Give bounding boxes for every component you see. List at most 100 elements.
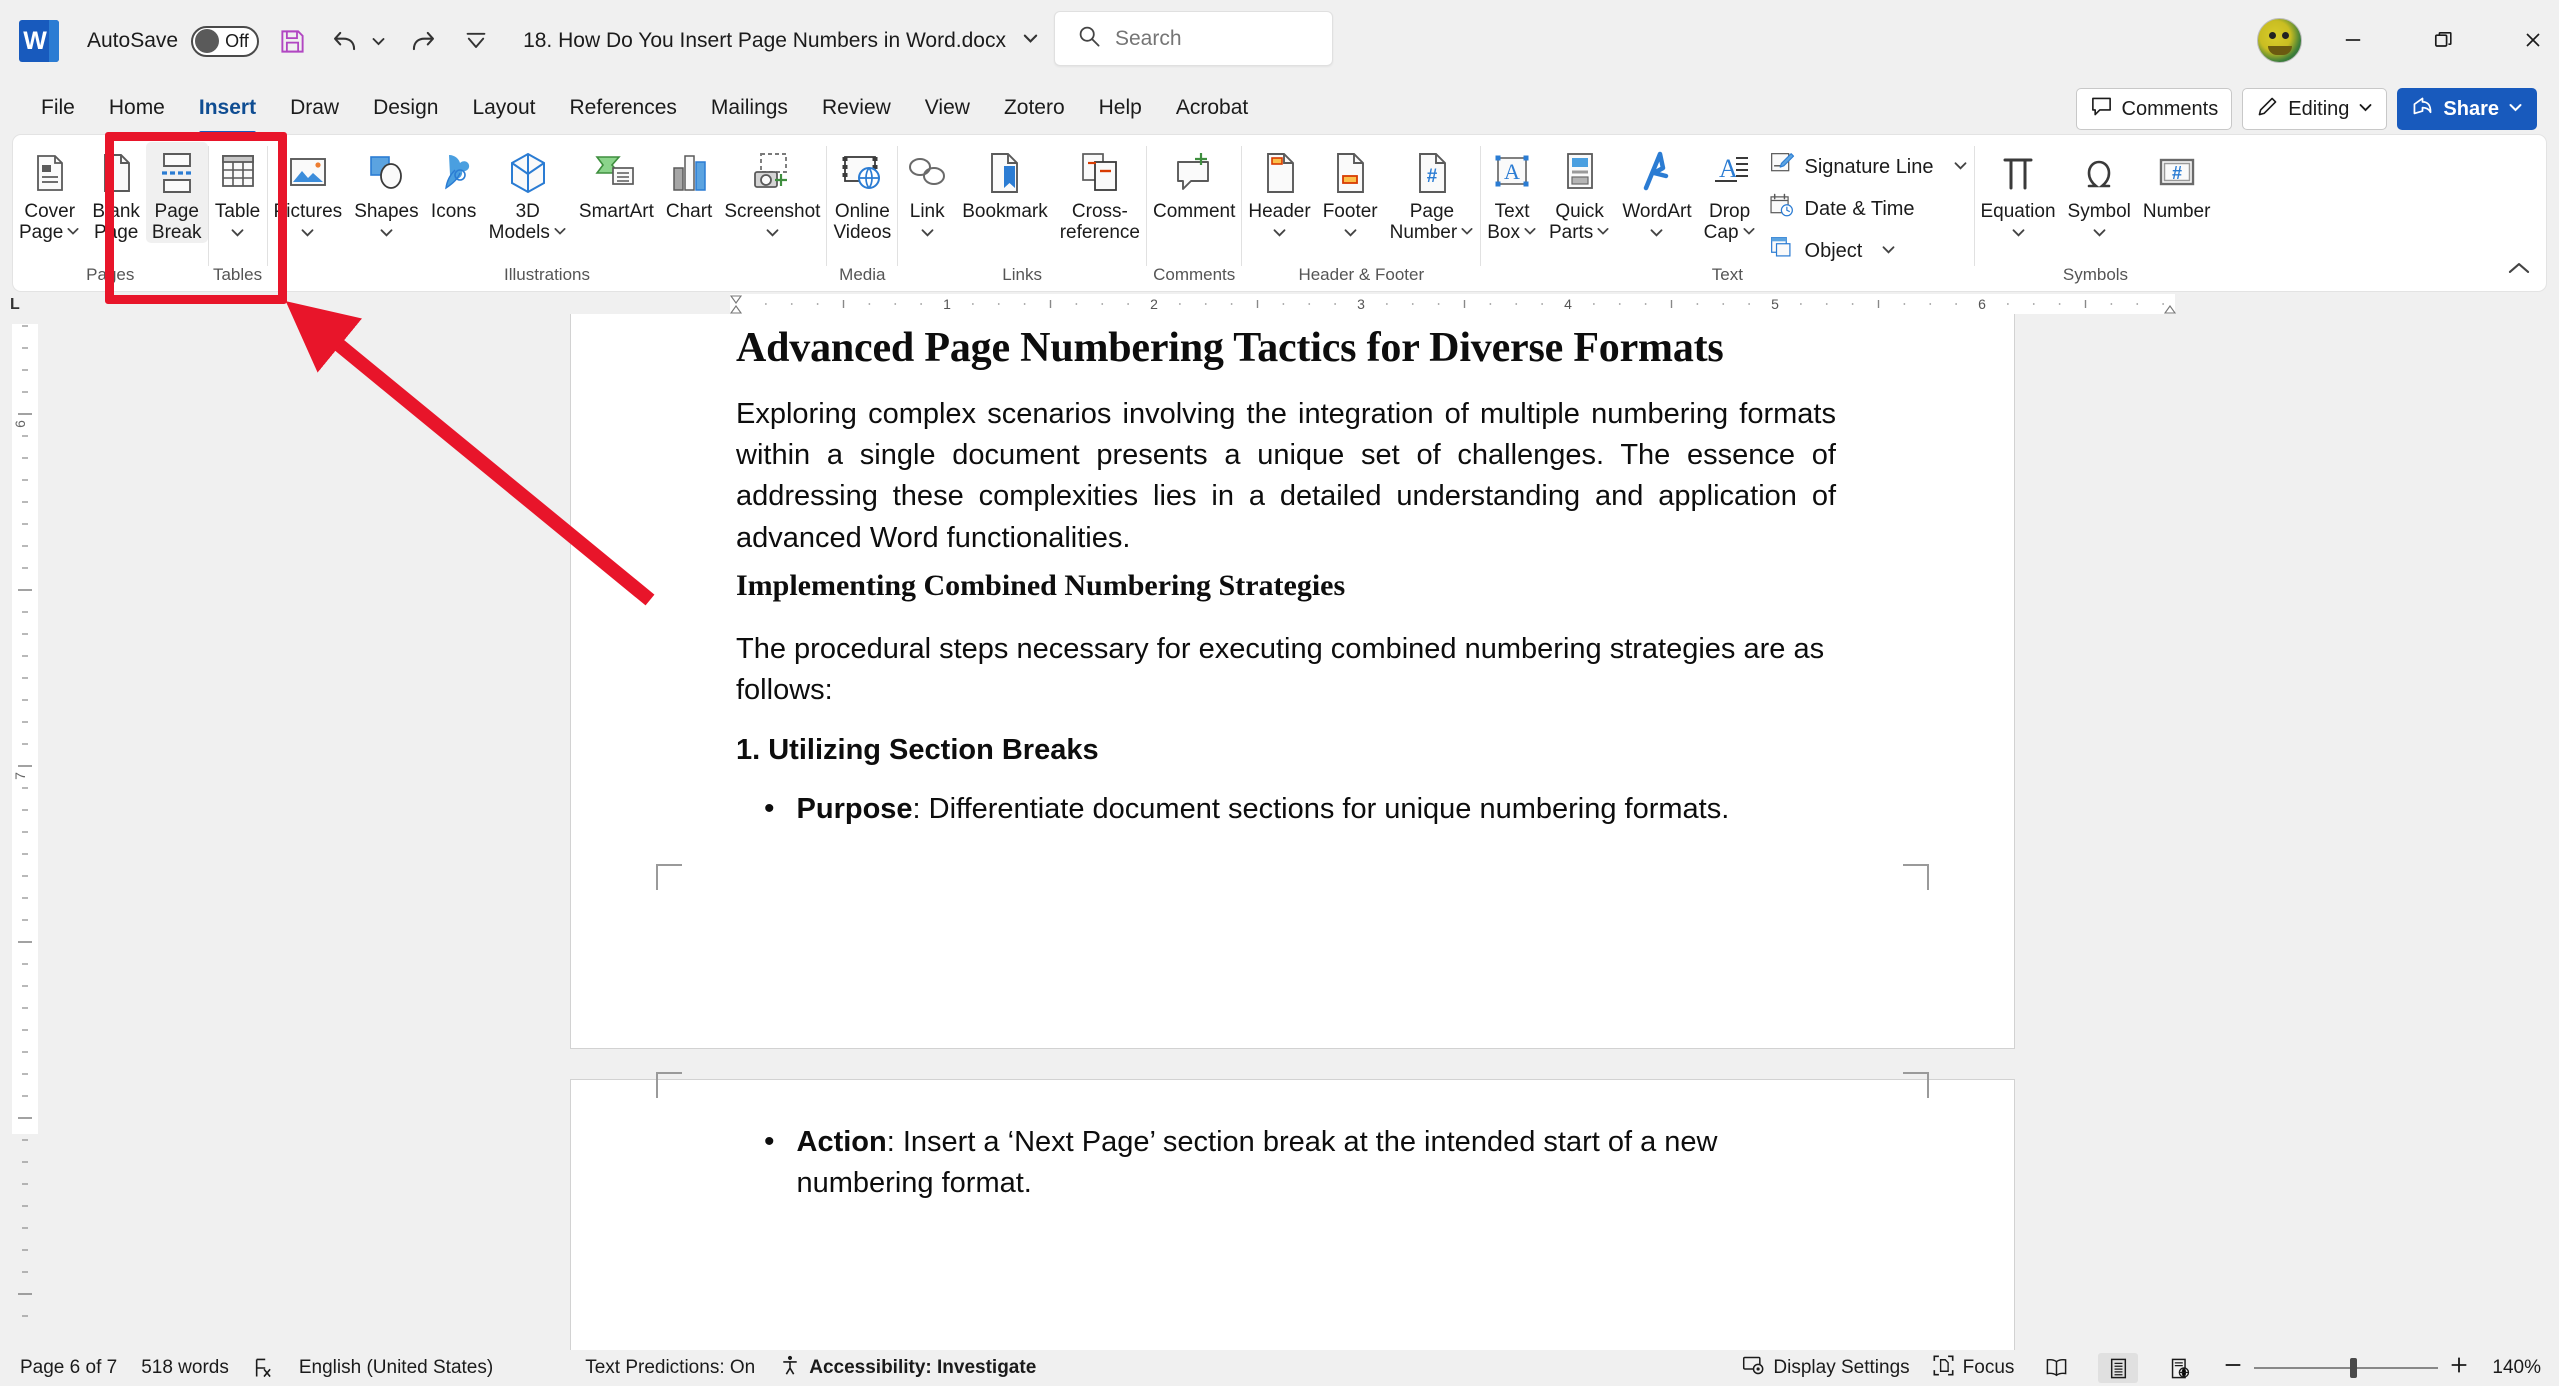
save-icon[interactable] [271,20,313,62]
document-page-2[interactable]: • Action: Insert a ‘Next Page’ section b… [570,1072,2015,1350]
tab-draw[interactable]: Draw [273,90,356,126]
zoom-out-icon[interactable] [2222,1354,2244,1382]
redo-icon[interactable] [401,20,443,62]
chart-button[interactable]: Chart [660,142,718,223]
web-layout-icon[interactable] [2160,1353,2200,1383]
tab-help[interactable]: Help [1082,90,1159,126]
table-button[interactable]: Table [209,142,267,243]
blank-page-button[interactable]: Blank Page [86,142,146,243]
minimize-button[interactable] [2325,14,2380,66]
footer-button[interactable]: Footer [1317,142,1384,243]
bookmark-button[interactable]: Bookmark [956,142,1054,223]
shapes-button[interactable]: Shapes [348,142,424,243]
share-button[interactable]: Share [2397,88,2537,130]
signature-line-chevron-down-icon[interactable] [1953,156,1968,179]
editing-chevron-down-icon[interactable] [2358,98,2373,121]
quick-parts-button[interactable]: Quick Parts [1543,142,1616,243]
ribbon: Cover Page Blank Page Page Break Pages Table Tab… [12,134,2547,292]
search-input[interactable] [1115,26,1315,51]
document-page-1[interactable]: appearance. Advanced Page Numbering Tact… [570,314,2015,1049]
close-button[interactable] [2505,14,2559,66]
tab-zotero[interactable]: Zotero [987,90,1082,126]
document-canvas[interactable]: appearance. Advanced Page Numbering Tact… [40,314,2559,1350]
symbol-button[interactable]: Symbol [2062,142,2137,243]
tab-view[interactable]: View [908,90,987,126]
ribbon-collapse-chevron-up-icon[interactable] [2506,258,2532,283]
icons-button[interactable]: Icons [425,142,483,223]
editing-mode-button[interactable]: Editing [2242,88,2388,130]
accessibility-label: Accessibility: Investigate [809,1357,1037,1378]
cover-page-button[interactable]: Cover Page [13,142,86,243]
object-chevron-down-icon[interactable] [1881,240,1896,263]
date-time-icon [1768,192,1796,226]
read-mode-icon[interactable] [2036,1353,2076,1383]
word-count[interactable]: 518 words [141,1357,229,1379]
bullet-1-text: : Differentiate document sections for un… [912,793,1730,825]
tab-stop-selector[interactable]: L [10,296,20,314]
equation-button[interactable]: Equation [1975,142,2062,243]
svg-text:A: A [1504,159,1520,184]
screenshot-button[interactable]: Screenshot [718,142,826,243]
page-break-button[interactable]: Page Break [145,142,208,244]
avatar[interactable] [2257,18,2302,63]
ribbon-group-comments: Comment Comments [1147,135,1241,291]
search-box[interactable] [1054,11,1333,66]
display-settings-button[interactable]: Display Settings [1742,1354,1910,1383]
tab-file[interactable]: File [24,90,92,126]
symbol-label: Symbol [2068,201,2131,243]
cross-reference-button[interactable]: Cross-reference [1054,142,1146,243]
tab-references[interactable]: References [553,90,694,126]
proofing-errors-icon[interactable] [253,1357,275,1379]
symbol-icon [2076,147,2122,199]
display-settings-icon [1742,1354,1765,1383]
tab-acrobat[interactable]: Acrobat [1159,90,1265,126]
customize-quick-access-icon[interactable] [455,20,497,62]
comment-button[interactable]: Comment [1147,142,1241,223]
zoom-in-icon[interactable] [2448,1354,2470,1382]
word-application-window: W AutoSave Off 18. How Do You Insert Pag… [0,0,2559,1386]
smartart-button[interactable]: SmartArt [573,142,660,223]
tab-home[interactable]: Home [92,90,182,126]
document-title[interactable]: 18. How Do You Insert Page Numbers in Wo… [523,29,1039,53]
3d-models-button[interactable]: 3D Models [483,142,573,243]
print-layout-icon[interactable] [2098,1353,2139,1383]
pictures-button[interactable]: Pictures [268,142,349,243]
vertical-ruler[interactable]: 67 [0,294,40,1350]
drop-cap-button[interactable]: A Drop Cap [1698,142,1762,243]
autosave-toggle[interactable]: Off [191,25,260,57]
link-button[interactable]: Link [898,142,956,243]
text-box-button[interactable]: A Text Box [1481,142,1543,243]
cover-page-label: Cover Page [19,201,80,243]
undo-chevron-down-icon[interactable] [367,20,389,62]
restore-button[interactable] [2415,14,2470,66]
page-number-button[interactable]: # Page Number [1384,142,1481,243]
zoom-slider[interactable] [2222,1354,2470,1382]
text-predictions[interactable]: Text Predictions: On [585,1357,755,1379]
zoom-slider-thumb[interactable] [2350,1358,2358,1378]
tab-design[interactable]: Design [356,90,455,126]
online-videos-button[interactable]: Online Videos [827,142,897,243]
tab-mailings[interactable]: Mailings [694,90,805,126]
date-time-button[interactable]: Date & Time [1762,189,1974,229]
page-indicator[interactable]: Page 6 of 7 [20,1357,117,1379]
tab-review[interactable]: Review [805,90,908,126]
header-button[interactable]: Header [1242,142,1316,243]
zoom-slider-track[interactable] [2254,1358,2439,1378]
margin-mark-top-left [656,864,682,890]
document-title-chevron-down-icon[interactable] [1022,30,1039,47]
zoom-level[interactable]: 140% [2492,1357,2541,1379]
header-icon [1257,147,1303,199]
undo-icon[interactable] [325,20,367,62]
wordart-button[interactable]: WordArt [1616,142,1697,243]
accessibility-status[interactable]: Accessibility: Investigate [779,1354,1036,1382]
tab-insert[interactable]: Insert [182,90,273,135]
tab-layout[interactable]: Layout [455,90,552,126]
focus-button[interactable]: Focus [1932,1354,2014,1383]
number-button[interactable]: # Number [2137,142,2217,223]
drop-cap-label: Drop Cap [1704,201,1756,243]
horizontal-ruler[interactable]: 1 2 3 4 5 6 [40,294,2559,314]
share-chevron-down-icon[interactable] [2508,98,2523,121]
language-indicator[interactable]: English (United States) [299,1357,493,1379]
comments-button[interactable]: Comments [2075,88,2233,130]
signature-line-button[interactable]: Signature Line [1762,147,1974,187]
